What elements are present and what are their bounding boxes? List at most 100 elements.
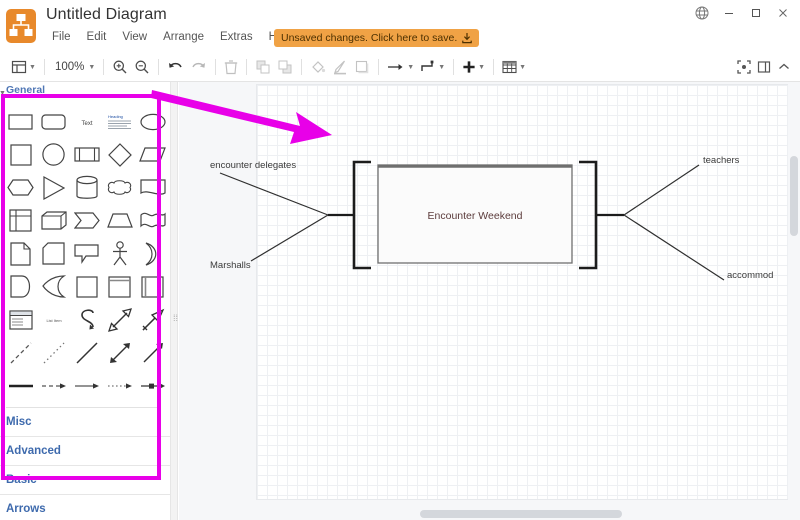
shape-dotted-connector[interactable] [104,370,135,401]
shape-document[interactable] [137,172,168,203]
fill-bucket-icon[interactable] [307,55,329,79]
redo-button[interactable] [187,55,210,79]
shape-callout[interactable] [71,238,102,269]
title-bar: Untitled Diagram File Edit View Arrange … [0,0,800,52]
shape-circle[interactable] [38,139,69,170]
zoom-level-label: 100% [54,60,85,73]
node-label-encounter-delegates: encounter delegates [210,160,296,171]
diagram-canvas[interactable]: encounter delegates Marshalls Encounter … [179,82,800,520]
shadow-square-icon[interactable] [351,55,373,79]
sidebar-section-basic[interactable]: Basic [0,466,178,495]
shape-text[interactable]: Text [71,106,102,137]
shape-list-item[interactable]: List Item [38,304,69,335]
shape-dashed-line[interactable] [5,337,36,368]
shape-cylinder[interactable] [71,172,102,203]
node-label-teachers: teachers [703,155,740,166]
menu-view[interactable]: View [115,29,156,45]
shape-rounded-rectangle[interactable] [38,106,69,137]
shape-grid: Text Heading List Item [0,103,166,403]
shape-cube[interactable] [38,205,69,236]
zoom-out-button[interactable] [131,55,153,79]
shape-diamond[interactable] [104,139,135,170]
shape-process[interactable] [71,139,102,170]
zoom-in-button[interactable] [109,55,131,79]
toolbar-divider [453,58,455,75]
svg-text:Heading: Heading [108,114,123,119]
menu-extras[interactable]: Extras [213,29,262,45]
shape-data-storage[interactable] [5,271,36,302]
shape-directional-connector[interactable] [137,337,168,368]
sidebar-section-misc[interactable]: Misc [0,408,178,437]
shape-arrow[interactable] [137,304,168,335]
fullscreen-icon[interactable] [734,55,754,79]
shape-ellipse[interactable] [137,106,168,137]
panel-toggle-icon[interactable] [754,55,774,79]
shape-vertical-container[interactable] [137,271,168,302]
chevron-down-icon: ▼ [88,64,96,71]
sidebar-section-advanced[interactable]: Advanced [0,437,178,466]
horizontal-scrollbar[interactable] [179,507,800,520]
drawio-logo-icon [6,9,36,43]
shape-crescent[interactable] [38,271,69,302]
shape-cloud[interactable] [104,172,135,203]
close-button[interactable] [769,2,796,24]
undo-button[interactable] [164,55,187,79]
shape-double-arrow[interactable] [104,337,135,368]
bring-to-front-icon[interactable] [252,55,274,79]
shape-bidirectional-arrow[interactable] [104,304,135,335]
shape-parallelogram[interactable] [137,139,168,170]
table-grid-icon[interactable]: ▼ [499,55,529,79]
shape-or-gate[interactable] [137,238,168,269]
shape-textbox[interactable]: Heading [104,106,135,137]
shape-curve[interactable] [71,304,102,335]
sidebar-section-arrows[interactable]: Arrows [0,495,178,520]
unsaved-changes-save-button[interactable]: Unsaved changes. Click here to save. [274,29,480,47]
vertical-scrollbar[interactable] [788,82,800,507]
menu-edit[interactable]: Edit [80,29,116,45]
insert-shape-button[interactable]: ▼ [459,55,488,79]
shape-container[interactable] [104,271,135,302]
node-label-accommodation: accommod [727,270,773,281]
toolbar-divider [43,58,45,75]
pencil-line-icon[interactable] [329,55,351,79]
shape-link[interactable] [137,370,168,401]
sidebar-section-general[interactable]: ▼ General [0,82,178,98]
shape-tape[interactable] [137,205,168,236]
shape-rectangle[interactable] [5,106,36,137]
shape-internal-storage[interactable] [5,205,36,236]
vertical-scrollbar-thumb[interactable] [790,156,798,236]
arrow-right-icon[interactable]: ▼ [384,55,417,79]
menu-arrange[interactable]: Arrange [156,29,213,45]
shape-actor[interactable] [104,238,135,269]
maximize-button[interactable] [742,2,769,24]
shape-connector[interactable] [71,370,102,401]
menu-file[interactable]: File [45,29,80,45]
shape-dashed-connector[interactable] [38,370,69,401]
shape-dotted-line[interactable] [38,337,69,368]
shape-thick-line[interactable] [5,370,36,401]
toolbar-divider [215,58,217,75]
sidebar-splitter[interactable]: ⁞⁞ [170,82,178,520]
shape-trapezoid[interactable] [104,205,135,236]
minimize-button[interactable] [715,2,742,24]
delete-button[interactable] [221,55,241,79]
view-layers-icon[interactable]: ▼ [8,55,39,79]
shape-card[interactable] [38,238,69,269]
shape-step[interactable] [71,205,102,236]
horizontal-scrollbar-thumb[interactable] [420,510,622,518]
toolbar-divider [158,58,160,75]
shape-note[interactable] [5,238,36,269]
shape-square[interactable] [5,139,36,170]
shape-list[interactable] [5,304,36,335]
menu-bar: File Edit View Arrange Extras Help [45,29,301,45]
elbow-connector-icon[interactable]: ▼ [417,55,448,79]
shape-triangle[interactable] [38,172,69,203]
shape-line[interactable] [71,337,102,368]
send-to-back-icon[interactable] [274,55,296,79]
chevron-down-icon: ▼ [438,64,446,71]
globe-icon[interactable] [688,2,715,24]
chevron-up-icon[interactable] [774,55,794,79]
shape-hexagon[interactable] [5,172,36,203]
zoom-level-button[interactable]: 100% ▼ [50,55,98,79]
shape-display[interactable] [71,271,102,302]
